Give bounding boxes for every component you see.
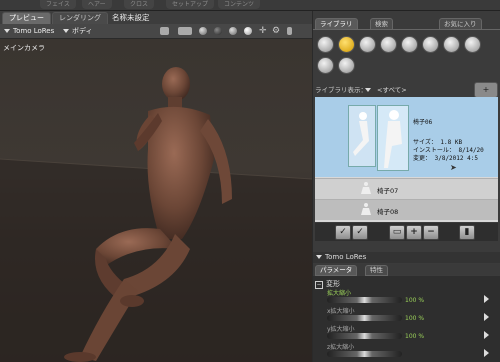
parameters-header[interactable]: Tomo LoRes <box>313 252 500 263</box>
remove-item-button[interactable]: − <box>423 225 439 240</box>
library-show-select[interactable]: <すべて> <box>365 84 407 94</box>
tab-face[interactable]: フェイス <box>40 0 76 9</box>
add-item-button[interactable]: + <box>406 225 422 240</box>
param-dial[interactable] <box>327 315 402 321</box>
list-item[interactable]: 椅子08 <box>315 199 498 220</box>
tab-properties[interactable]: 特性 <box>365 265 388 276</box>
param-menu-arrow-icon[interactable] <box>484 295 489 303</box>
dual-view-icon[interactable] <box>178 27 192 35</box>
tab-content[interactable]: コンテンツ <box>218 0 261 9</box>
tab-cloth[interactable]: クロス <box>124 0 155 9</box>
library-settings-button[interactable]: ▮ <box>459 225 475 240</box>
list-item-label: 椅子07 <box>377 187 399 195</box>
hands-icon[interactable] <box>401 36 418 53</box>
viewport-toolbar: Tomo LoRes ボディ ✛ ⚙ <box>0 24 312 39</box>
library-list: 椅子06 サイズ： 1.8 KB インストール： 8/14/20 変更： 3/8… <box>315 97 498 222</box>
group-label: 変形 <box>326 280 340 288</box>
param-name: 拡大縮小 <box>327 290 352 297</box>
poses-icon[interactable] <box>338 36 355 53</box>
camera-label: メインカメラ <box>3 44 45 52</box>
lights-icon[interactable] <box>443 36 460 53</box>
param-value[interactable]: 100 % <box>405 315 424 322</box>
library-item-selected[interactable]: 椅子06 サイズ： 1.8 KB インストール： 8/14/20 変更： 3/8… <box>315 97 498 177</box>
tab-render[interactable]: レンダリング <box>52 12 108 24</box>
materials-icon[interactable] <box>317 57 334 74</box>
library-show-value: <すべて> <box>377 86 407 94</box>
save-pose-button[interactable]: ▭ <box>389 225 405 240</box>
texture-icon[interactable] <box>244 27 252 35</box>
apply-add-button[interactable]: ✓ <box>352 225 368 240</box>
param-dial[interactable] <box>327 297 402 303</box>
figure-select[interactable]: Tomo LoRes <box>4 26 54 36</box>
pose-thumbnail-icon <box>361 203 371 215</box>
param-dial[interactable] <box>327 351 402 357</box>
camera-view-icon[interactable] <box>160 27 169 35</box>
figures-icon[interactable] <box>317 36 334 53</box>
param-menu-arrow-icon[interactable] <box>484 331 489 339</box>
library-show-label: ライブラリ表示： <box>315 86 367 94</box>
item-name: 椅子06 <box>413 119 433 126</box>
figure-select-label: Tomo LoRes <box>13 27 55 35</box>
param-menu-arrow-icon[interactable] <box>484 313 489 321</box>
param-name: y拡大縮小 <box>327 326 355 333</box>
list-item-label: 椅子08 <box>377 208 399 216</box>
param-value[interactable]: 100 % <box>405 297 424 304</box>
gear-icon[interactable]: ⚙ <box>272 26 280 36</box>
apply-button[interactable]: ✓ <box>335 225 351 240</box>
list-item[interactable]: 椅子07 <box>315 178 498 199</box>
param-name: x拡大縮小 <box>327 308 355 315</box>
item-thumbnail-large <box>377 105 409 171</box>
expressions-icon[interactable] <box>359 36 376 53</box>
3d-viewport[interactable]: メインカメラ <box>0 39 312 362</box>
chevron-down-icon <box>63 29 69 33</box>
pose-thumbnail-icon <box>361 182 371 194</box>
add-library-button[interactable]: + <box>474 82 498 98</box>
shading-icon[interactable] <box>214 27 222 35</box>
chevron-down-icon <box>365 88 371 92</box>
chevron-down-icon[interactable] <box>316 255 322 259</box>
item-modified-date: 変更： 3/8/2012 4:5 <box>413 155 478 162</box>
tab-hair[interactable]: ヘアー <box>82 0 112 9</box>
tab-setup[interactable]: セットアップ <box>166 0 215 9</box>
body-part-select-label: ボディ <box>72 27 93 35</box>
param-menu-arrow-icon[interactable] <box>484 349 489 357</box>
body-part-select[interactable]: ボディ <box>63 26 93 36</box>
hair-icon[interactable] <box>380 36 397 53</box>
tab-parameters[interactable]: パラメータ <box>315 265 358 276</box>
chevron-down-icon <box>4 29 10 33</box>
top-tab-bar: フェイス ヘアー クロス セットアップ コンテンツ <box>0 0 500 11</box>
parameter-list: − 変形 拡大縮小 100 % x拡大縮小 100 % y拡大縮小 100 % z… <box>313 276 500 362</box>
library-button-bar: ✓ ✓ ▭ + − ▮ <box>315 223 498 241</box>
param-dial[interactable] <box>327 333 402 339</box>
tab-preview[interactable]: プレビュー <box>2 12 51 24</box>
document-title: 名称未設定 <box>112 13 150 22</box>
item-thumbnail-small <box>348 105 376 167</box>
current-figure-name: Tomo LoRes <box>325 253 367 261</box>
param-name: z拡大縮小 <box>327 344 355 351</box>
props-icon[interactable] <box>422 36 439 53</box>
cursor-icon: ➤ <box>450 163 457 172</box>
scenes-icon[interactable] <box>338 57 355 74</box>
viewport-floor <box>0 67 312 362</box>
lighting-icon[interactable] <box>229 27 237 35</box>
cameras-icon[interactable] <box>464 36 481 53</box>
param-tab-bar: パラメータ 特性 <box>313 264 500 276</box>
move-icon[interactable]: ✛ <box>259 26 267 36</box>
render-style-icon[interactable] <box>199 27 207 35</box>
view-tab-bar: プレビュー レンダリング 名称未設定 <box>0 11 312 24</box>
library-panel: ライブラリ 検索 お気に入り ライブラリ表示： <すべて> + 椅子06 サイズ… <box>313 11 500 362</box>
more-icon[interactable] <box>287 27 292 35</box>
param-value[interactable]: 100 % <box>405 333 424 340</box>
divider <box>313 29 500 30</box>
collapse-icon: − <box>315 281 323 289</box>
